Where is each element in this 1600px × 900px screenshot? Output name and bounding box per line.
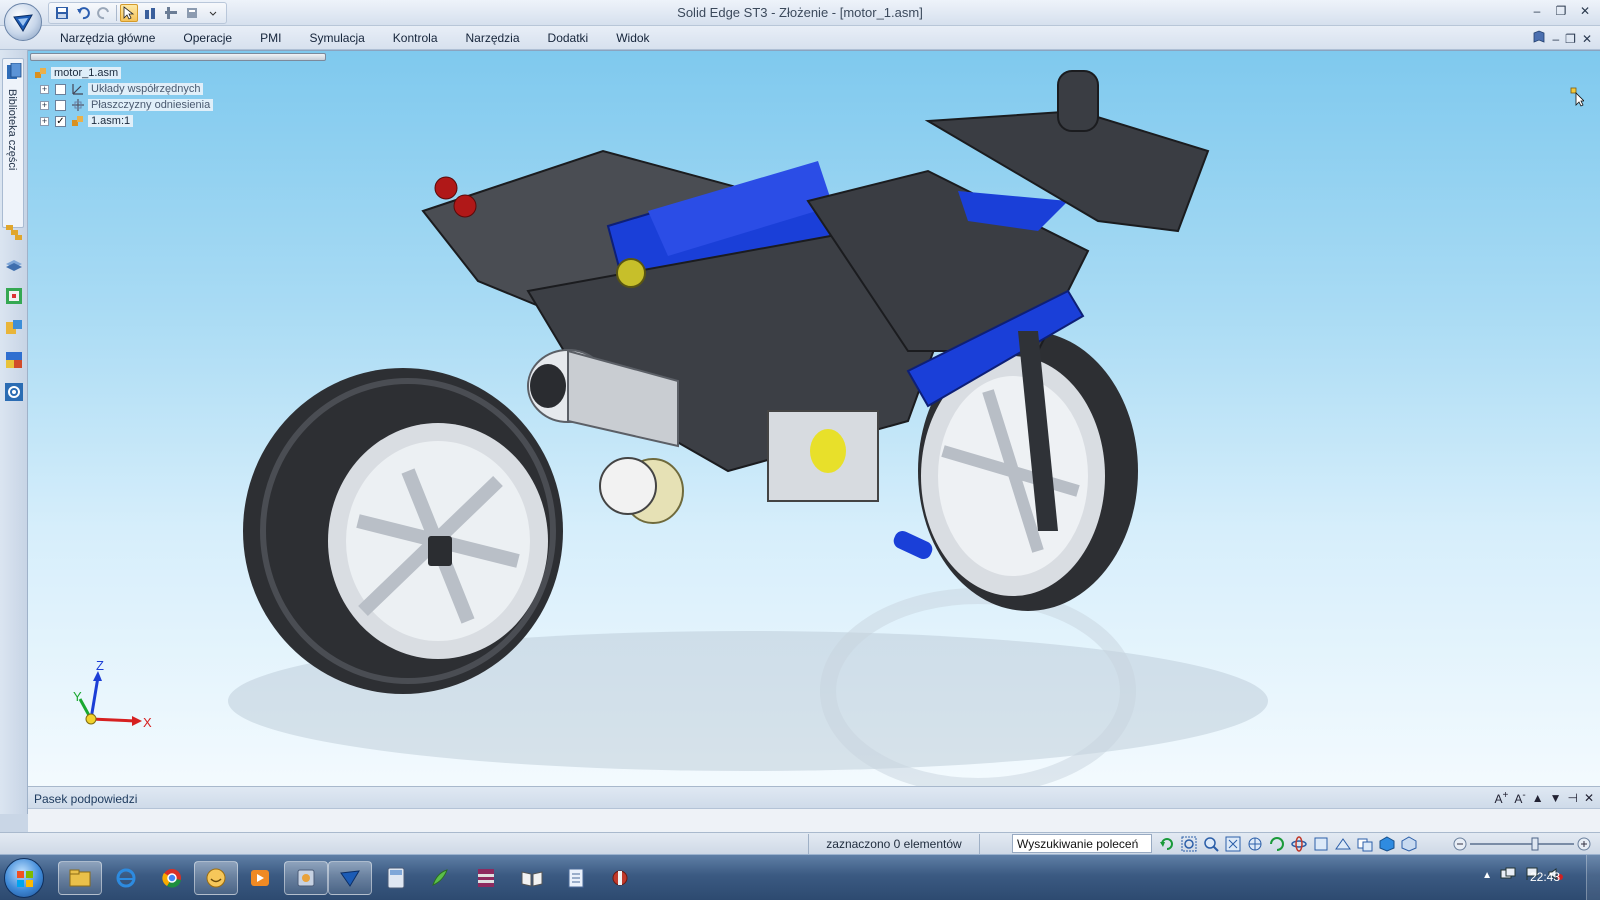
view-toolbar xyxy=(1158,835,1418,853)
reader-icon[interactable] xyxy=(510,861,554,895)
library-tab[interactable]: Biblioteka części xyxy=(2,58,24,228)
show-hidden-icons-icon[interactable]: ▲ xyxy=(1482,870,1492,881)
select-tools-icon[interactable] xyxy=(4,318,24,338)
winrar-icon[interactable] xyxy=(464,861,508,895)
decrease-font-icon[interactable]: A- xyxy=(1514,790,1525,806)
menu-item-simulation[interactable]: Symulacja xyxy=(295,30,378,46)
hint-bar-header: Pasek podpowiedzi A+ A- ▲ ▼ ⊣ ✕ xyxy=(28,787,1600,809)
close-button[interactable]: ✕ xyxy=(1574,2,1596,20)
motorcycle-model[interactable] xyxy=(28,51,1600,786)
zoom-icon[interactable] xyxy=(1202,835,1220,853)
library-label: Biblioteka części xyxy=(6,89,18,171)
render-icon[interactable] xyxy=(4,350,24,370)
pin-icon[interactable]: ⊣ xyxy=(1567,791,1577,805)
zoom-slider[interactable] xyxy=(1452,836,1592,852)
refresh-icon[interactable] xyxy=(1158,835,1176,853)
command-search-input[interactable]: Wyszukiwanie poleceń xyxy=(1012,834,1152,853)
settings-app-icon[interactable] xyxy=(284,861,328,895)
help-book-icon[interactable] xyxy=(1532,30,1546,47)
triad-x-label: X xyxy=(143,715,152,730)
tool-icon[interactable] xyxy=(598,861,642,895)
coordinate-triad: Z Y X xyxy=(73,659,152,730)
ie-icon[interactable] xyxy=(104,861,148,895)
document-controls: – ❐ ✕ xyxy=(1532,30,1592,47)
solidedge-icon[interactable] xyxy=(328,861,372,895)
network-icon[interactable] xyxy=(1500,867,1516,884)
named-views-icon[interactable] xyxy=(1356,835,1374,853)
rear-wheel xyxy=(243,368,563,694)
assembly-tree-icon[interactable] xyxy=(4,222,24,242)
start-button[interactable] xyxy=(4,858,44,898)
spin-icon[interactable] xyxy=(1290,835,1308,853)
application-button[interactable] xyxy=(4,3,42,41)
shaded-icon[interactable] xyxy=(1400,835,1418,853)
pan-icon[interactable] xyxy=(1246,835,1264,853)
hint-bar-tools: A+ A- ▲ ▼ ⊣ ✕ xyxy=(1494,790,1594,806)
chrome-icon[interactable] xyxy=(150,861,194,895)
library-icon xyxy=(7,63,22,79)
show-desktop-button[interactable] xyxy=(1586,855,1600,900)
windows-taskbar: ▲ 22:43 xyxy=(0,854,1600,900)
left-tab-strip: Biblioteka części xyxy=(0,50,28,814)
zoom-area-icon[interactable] xyxy=(1180,835,1198,853)
hint-bar: Pasek podpowiedzi A+ A- ▲ ▼ ⊣ ✕ xyxy=(28,786,1600,832)
layers-icon[interactable] xyxy=(4,254,24,274)
chevron-up-icon[interactable]: ▲ xyxy=(1532,791,1544,805)
sketch-view-icon[interactable] xyxy=(1334,835,1352,853)
window-title: Solid Edge ST3 - Złożenie - [motor_1.asm… xyxy=(677,5,923,20)
selection-status: zaznaczono 0 elementów xyxy=(808,834,980,854)
media-icon[interactable] xyxy=(238,861,282,895)
doc-close-button[interactable]: ✕ xyxy=(1582,32,1592,46)
menu-bar: Narzędzia główne Operacje PMI Symulacja … xyxy=(0,26,1600,50)
doc-restore-button[interactable]: ❐ xyxy=(1565,32,1576,46)
explorer-icon[interactable] xyxy=(58,861,102,895)
menu-item-home[interactable]: Narzędzia główne xyxy=(46,30,169,46)
menu-items: Narzędzia główne Operacje PMI Symulacja … xyxy=(46,30,664,46)
status-bar: zaznaczono 0 elementów Wyszukiwanie pole… xyxy=(0,832,1600,854)
calc-icon[interactable] xyxy=(374,861,418,895)
notepad-icon[interactable] xyxy=(554,861,598,895)
messenger-icon[interactable] xyxy=(194,861,238,895)
menu-item-pmi[interactable]: PMI xyxy=(246,30,295,46)
menu-item-inspect[interactable]: Kontrola xyxy=(379,30,452,46)
close-icon[interactable]: ✕ xyxy=(1584,791,1594,805)
triad-z-label: Z xyxy=(96,659,104,673)
menu-item-features[interactable]: Operacje xyxy=(169,30,246,46)
restore-button[interactable]: ❐ xyxy=(1550,2,1572,20)
feather-icon[interactable] xyxy=(418,861,462,895)
minimize-button[interactable]: – xyxy=(1526,2,1548,20)
graphics-viewport[interactable]: motor_1.asm + Układy współrzędnych + Pła… xyxy=(28,50,1600,786)
windows-logo-icon xyxy=(17,871,33,887)
clock[interactable]: 22:43 xyxy=(1530,870,1560,884)
chevron-down-icon[interactable]: ▼ xyxy=(1550,791,1562,805)
sensors-icon[interactable] xyxy=(4,286,24,306)
hint-bar-title: Pasek podpowiedzi xyxy=(34,792,138,806)
solid-edge-logo-icon xyxy=(13,14,33,32)
settings-icon[interactable] xyxy=(4,382,24,402)
increase-font-icon[interactable]: A+ xyxy=(1494,790,1508,806)
title-bar: Solid Edge ST3 - Złożenie - [motor_1.asm… xyxy=(0,0,1600,26)
cube-icon[interactable] xyxy=(1378,835,1396,853)
doc-minimize-button[interactable]: – xyxy=(1552,32,1559,46)
menu-item-view[interactable]: Widok xyxy=(602,30,663,46)
view-orient-icon[interactable] xyxy=(1312,835,1330,853)
fit-icon[interactable] xyxy=(1224,835,1242,853)
window-controls: – ❐ ✕ xyxy=(1526,2,1596,20)
triad-y-label: Y xyxy=(73,689,82,704)
rotate-icon[interactable] xyxy=(1268,835,1286,853)
menu-item-addins[interactable]: Dodatki xyxy=(534,30,603,46)
menu-item-tools[interactable]: Narzędzia xyxy=(452,30,534,46)
